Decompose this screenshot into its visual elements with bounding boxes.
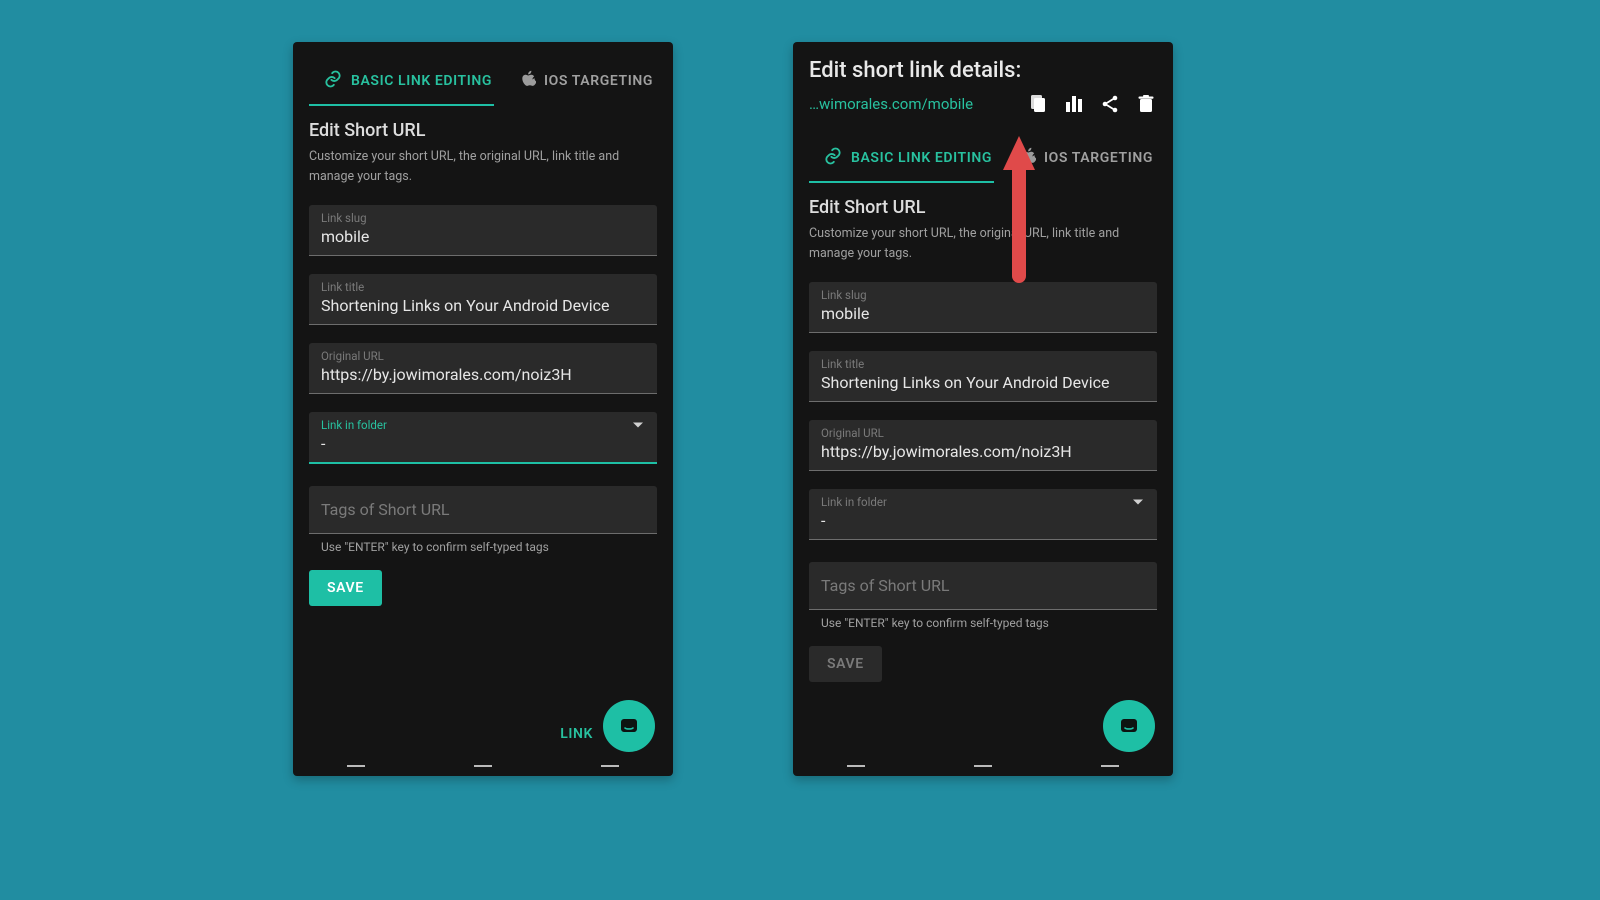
copy-icon[interactable]	[1027, 93, 1049, 115]
url-row: …wimorales.com/mobile	[809, 93, 1157, 115]
apple-icon	[520, 70, 536, 92]
right-content: Edit short link details: …wimorales.com/…	[793, 42, 1173, 776]
tabs-row: BASIC LINK EDITING IOS TARGETING	[293, 58, 673, 104]
tab-basic-link-editing[interactable]: BASIC LINK EDITING	[309, 58, 506, 103]
tags-field[interactable]: Tags of Short URL	[309, 486, 657, 534]
link-slug-label: Link slug	[821, 288, 1145, 302]
tags-placeholder: Tags of Short URL	[821, 576, 950, 595]
section-title: Edit Short URL	[309, 120, 657, 141]
tabs-row-right: BASIC LINK EDITING IOS TARGETING	[793, 135, 1173, 181]
link-title-field-right[interactable]: Link title Shortening Links on Your Andr…	[809, 351, 1157, 402]
stats-icon[interactable]	[1063, 93, 1085, 115]
link-slug-value: mobile	[321, 227, 645, 247]
link-slug-value: mobile	[821, 304, 1145, 324]
link-title-label: Link title	[321, 280, 645, 294]
section-header: Edit Short URL Customize your short URL,…	[293, 106, 673, 187]
link-folder-label: Link in folder	[821, 495, 1145, 509]
tab-basic-label: BASIC LINK EDITING	[851, 150, 992, 166]
chat-fab[interactable]	[603, 700, 655, 752]
link-folder-value: -	[321, 434, 645, 454]
original-url-field-right[interactable]: Original URL https://by.jowimorales.com/…	[809, 420, 1157, 471]
link-slug-field[interactable]: Link slug mobile	[309, 205, 657, 256]
bottom-link-label[interactable]: LINK	[560, 726, 593, 742]
link-title-value: Shortening Links on Your Android Device	[321, 296, 645, 316]
tab-basic-label: BASIC LINK EDITING	[351, 73, 492, 89]
stage: BASIC LINK EDITING IOS TARGETING Edit Sh…	[0, 0, 1600, 900]
original-url-value: https://by.jowimorales.com/noiz3H	[321, 365, 645, 385]
original-url-label: Original URL	[821, 426, 1145, 440]
tab-ios-targeting-right[interactable]: IOS TARGETING	[1006, 135, 1157, 180]
share-icon[interactable]	[1099, 93, 1121, 115]
section-header-right: Edit Short URL Customize your short URL,…	[793, 183, 1173, 264]
tab-ios-label: IOS TARGETING	[1044, 150, 1153, 166]
section-desc-right: Customize your short URL, the original U…	[809, 224, 1157, 264]
link-folder-field[interactable]: Link in folder -	[309, 412, 657, 464]
link-title-value: Shortening Links on Your Android Device	[821, 373, 1145, 393]
apple-icon	[1020, 147, 1036, 169]
tags-hint: Use "ENTER" key to confirm self-typed ta…	[321, 540, 657, 554]
chat-fab-right[interactable]	[1103, 700, 1155, 752]
original-url-field[interactable]: Original URL https://by.jowimorales.com/…	[309, 343, 657, 394]
icon-bar	[1027, 93, 1157, 115]
link-folder-label: Link in folder	[321, 418, 645, 432]
tab-ios-label: IOS TARGETING	[544, 73, 653, 89]
tags-field-right[interactable]: Tags of Short URL	[809, 562, 1157, 610]
phone-left: BASIC LINK EDITING IOS TARGETING Edit Sh…	[293, 42, 673, 776]
link-slug-label: Link slug	[321, 211, 645, 225]
tab-basic-link-editing-right[interactable]: BASIC LINK EDITING	[809, 135, 1006, 180]
link-folder-field-right[interactable]: Link in folder -	[809, 489, 1157, 540]
delete-icon[interactable]	[1135, 93, 1157, 115]
original-url-label: Original URL	[321, 349, 645, 363]
chevron-down-icon	[1133, 505, 1143, 524]
tags-hint-right: Use "ENTER" key to confirm self-typed ta…	[821, 616, 1157, 630]
short-url-display[interactable]: …wimorales.com/mobile	[809, 95, 973, 113]
link-icon	[823, 146, 843, 170]
link-icon	[323, 69, 343, 93]
left-content: BASIC LINK EDITING IOS TARGETING Edit Sh…	[293, 42, 673, 776]
original-url-value: https://by.jowimorales.com/noiz3H	[821, 442, 1145, 462]
section-title-right: Edit Short URL	[809, 197, 1157, 218]
section-desc: Customize your short URL, the original U…	[309, 147, 657, 187]
save-button[interactable]: SAVE	[309, 570, 382, 606]
link-slug-field-right[interactable]: Link slug mobile	[809, 282, 1157, 333]
tags-placeholder: Tags of Short URL	[321, 500, 450, 519]
link-title-label: Link title	[821, 357, 1145, 371]
tab-ios-targeting[interactable]: IOS TARGETING	[506, 58, 657, 103]
phone-right: Edit short link details: …wimorales.com/…	[793, 42, 1173, 776]
android-nav-right	[793, 761, 1173, 776]
details-title: Edit short link details:	[809, 58, 1157, 83]
link-title-field[interactable]: Link title Shortening Links on Your Andr…	[309, 274, 657, 325]
link-folder-value: -	[821, 511, 1145, 531]
save-button-disabled[interactable]: SAVE	[809, 646, 882, 682]
chevron-down-icon	[633, 428, 643, 447]
android-nav	[293, 761, 673, 776]
